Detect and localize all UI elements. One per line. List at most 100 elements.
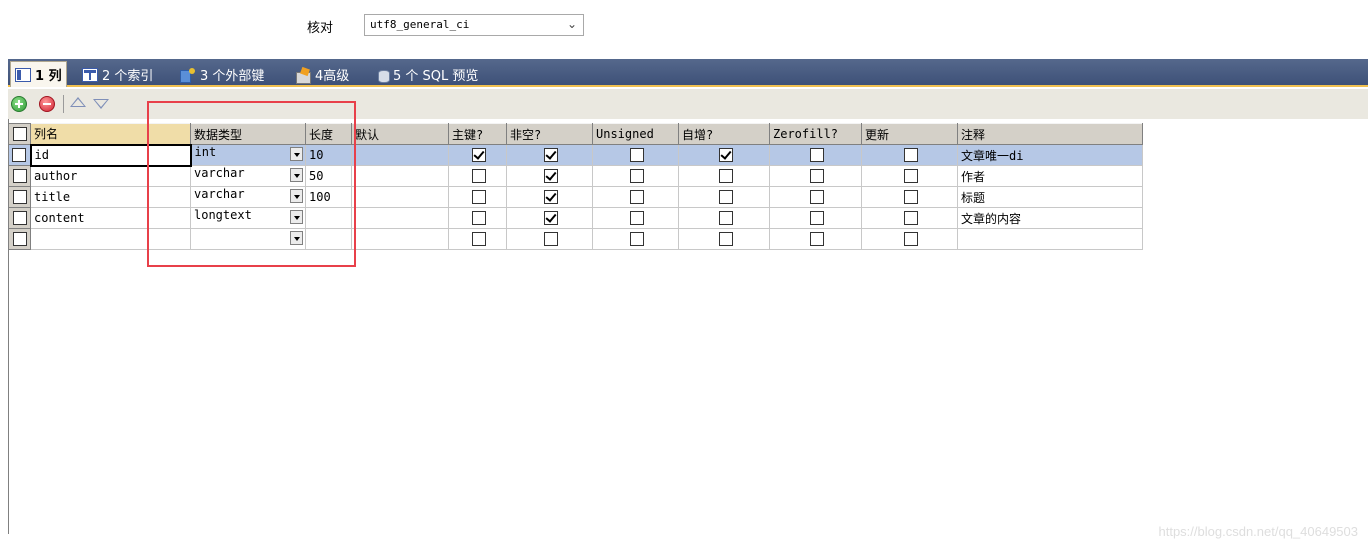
update-cell[interactable] xyxy=(861,144,958,166)
tab-advanced[interactable]: 4高级 xyxy=(291,62,353,86)
tab-foreign-keys[interactable]: 3 个外部键 xyxy=(176,62,268,86)
not-null-cell[interactable] xyxy=(506,207,593,229)
update-cell[interactable] xyxy=(861,207,958,229)
row-select-cell[interactable] xyxy=(8,165,31,187)
unsigned-checkbox[interactable] xyxy=(630,169,644,184)
auto-increment-checkbox[interactable] xyxy=(718,148,733,163)
zerofill-cell[interactable] xyxy=(769,228,862,250)
unsigned-cell[interactable] xyxy=(592,186,679,208)
add-column-icon[interactable] xyxy=(11,96,27,112)
unsigned-cell[interactable] xyxy=(592,228,679,250)
default-cell[interactable] xyxy=(351,186,449,208)
auto-increment-checkbox[interactable] xyxy=(718,190,733,205)
auto-increment-checkbox[interactable] xyxy=(718,232,733,247)
comment-cell[interactable]: 文章唯一di xyxy=(957,144,1143,166)
zerofill-cell[interactable] xyxy=(769,144,862,166)
zerofill-checkbox[interactable] xyxy=(810,232,824,247)
primary-key-cell[interactable] xyxy=(448,207,507,229)
primary-key-cell[interactable] xyxy=(448,144,507,166)
tab-indexes[interactable]: 2 个索引 xyxy=(78,62,157,86)
update-checkbox[interactable] xyxy=(904,211,918,226)
unsigned-checkbox[interactable] xyxy=(630,148,644,163)
zerofill-checkbox[interactable] xyxy=(810,169,824,184)
primary-key-checkbox[interactable] xyxy=(472,148,486,163)
header-primary-key[interactable]: 主键? xyxy=(448,123,507,145)
auto-increment-checkbox[interactable] xyxy=(718,211,733,226)
zerofill-cell[interactable] xyxy=(769,186,862,208)
comment-cell[interactable]: 标题 xyxy=(957,186,1143,208)
auto-increment-cell[interactable] xyxy=(678,144,770,166)
row-select-checkbox[interactable] xyxy=(12,169,27,184)
unsigned-checkbox[interactable] xyxy=(630,232,644,247)
update-cell[interactable] xyxy=(861,228,958,250)
row-select-cell[interactable] xyxy=(8,144,31,166)
delete-column-icon[interactable] xyxy=(39,96,55,112)
row-select-checkbox[interactable] xyxy=(12,190,27,205)
select-all-cell[interactable] xyxy=(8,123,31,145)
zerofill-cell[interactable] xyxy=(769,165,862,187)
row-select-cell[interactable] xyxy=(8,207,31,229)
not-null-checkbox[interactable] xyxy=(544,148,558,163)
zerofill-checkbox[interactable] xyxy=(810,211,824,226)
update-checkbox[interactable] xyxy=(904,232,918,247)
header-zerofill[interactable]: Zerofill? xyxy=(769,123,862,145)
not-null-cell[interactable] xyxy=(506,165,593,187)
primary-key-checkbox[interactable] xyxy=(472,169,486,184)
row-select-cell[interactable] xyxy=(8,186,31,208)
auto-increment-cell[interactable] xyxy=(678,228,770,250)
default-cell[interactable] xyxy=(351,165,449,187)
not-null-checkbox[interactable] xyxy=(544,232,558,247)
unsigned-cell[interactable] xyxy=(592,165,679,187)
not-null-checkbox[interactable] xyxy=(544,190,558,205)
not-null-cell[interactable] xyxy=(506,228,593,250)
header-comment[interactable]: 注释 xyxy=(957,123,1143,145)
tab-sql-preview[interactable]: 5 个 SQL 预览 xyxy=(373,62,482,86)
header-auto-increment[interactable]: 自增? xyxy=(678,123,770,145)
not-null-cell[interactable] xyxy=(506,186,593,208)
unsigned-cell[interactable] xyxy=(592,207,679,229)
update-checkbox[interactable] xyxy=(904,148,918,163)
auto-increment-cell[interactable] xyxy=(678,207,770,229)
default-cell[interactable] xyxy=(351,144,449,166)
tab-columns[interactable]: 1 列 xyxy=(10,61,67,87)
collation-select[interactable]: utf8_general_ci ⌄ xyxy=(364,14,584,36)
not-null-checkbox[interactable] xyxy=(544,211,558,226)
unsigned-checkbox[interactable] xyxy=(630,190,644,205)
unsigned-checkbox[interactable] xyxy=(630,211,644,226)
update-checkbox[interactable] xyxy=(904,190,918,205)
primary-key-cell[interactable] xyxy=(448,186,507,208)
update-checkbox[interactable] xyxy=(904,169,918,184)
header-unsigned[interactable]: Unsigned xyxy=(592,123,679,145)
zerofill-checkbox[interactable] xyxy=(810,190,824,205)
update-cell[interactable] xyxy=(861,186,958,208)
comment-cell[interactable] xyxy=(957,228,1143,250)
primary-key-cell[interactable] xyxy=(448,165,507,187)
update-cell[interactable] xyxy=(861,165,958,187)
primary-key-cell[interactable] xyxy=(448,228,507,250)
auto-increment-cell[interactable] xyxy=(678,165,770,187)
header-not-null[interactable]: 非空? xyxy=(506,123,593,145)
header-update[interactable]: 更新 xyxy=(861,123,958,145)
primary-key-checkbox[interactable] xyxy=(472,190,486,205)
row-select-checkbox[interactable] xyxy=(12,211,27,226)
row-select-cell[interactable] xyxy=(8,228,31,250)
default-cell[interactable] xyxy=(351,207,449,229)
primary-key-checkbox[interactable] xyxy=(472,232,486,247)
header-default[interactable]: 默认 xyxy=(351,123,449,145)
comment-cell[interactable]: 文章的内容 xyxy=(957,207,1143,229)
row-select-checkbox[interactable] xyxy=(12,148,27,163)
auto-increment-cell[interactable] xyxy=(678,186,770,208)
auto-increment-checkbox[interactable] xyxy=(718,169,733,184)
move-up-icon[interactable] xyxy=(70,97,86,107)
default-cell[interactable] xyxy=(351,228,449,250)
unsigned-cell[interactable] xyxy=(592,144,679,166)
comment-cell[interactable]: 作者 xyxy=(957,165,1143,187)
not-null-cell[interactable] xyxy=(506,144,593,166)
not-null-checkbox[interactable] xyxy=(544,169,558,184)
move-down-icon[interactable] xyxy=(93,99,109,109)
row-select-checkbox[interactable] xyxy=(12,232,27,247)
select-all-checkbox[interactable] xyxy=(12,127,27,142)
zerofill-checkbox[interactable] xyxy=(810,148,824,163)
primary-key-checkbox[interactable] xyxy=(472,211,486,226)
zerofill-cell[interactable] xyxy=(769,207,862,229)
